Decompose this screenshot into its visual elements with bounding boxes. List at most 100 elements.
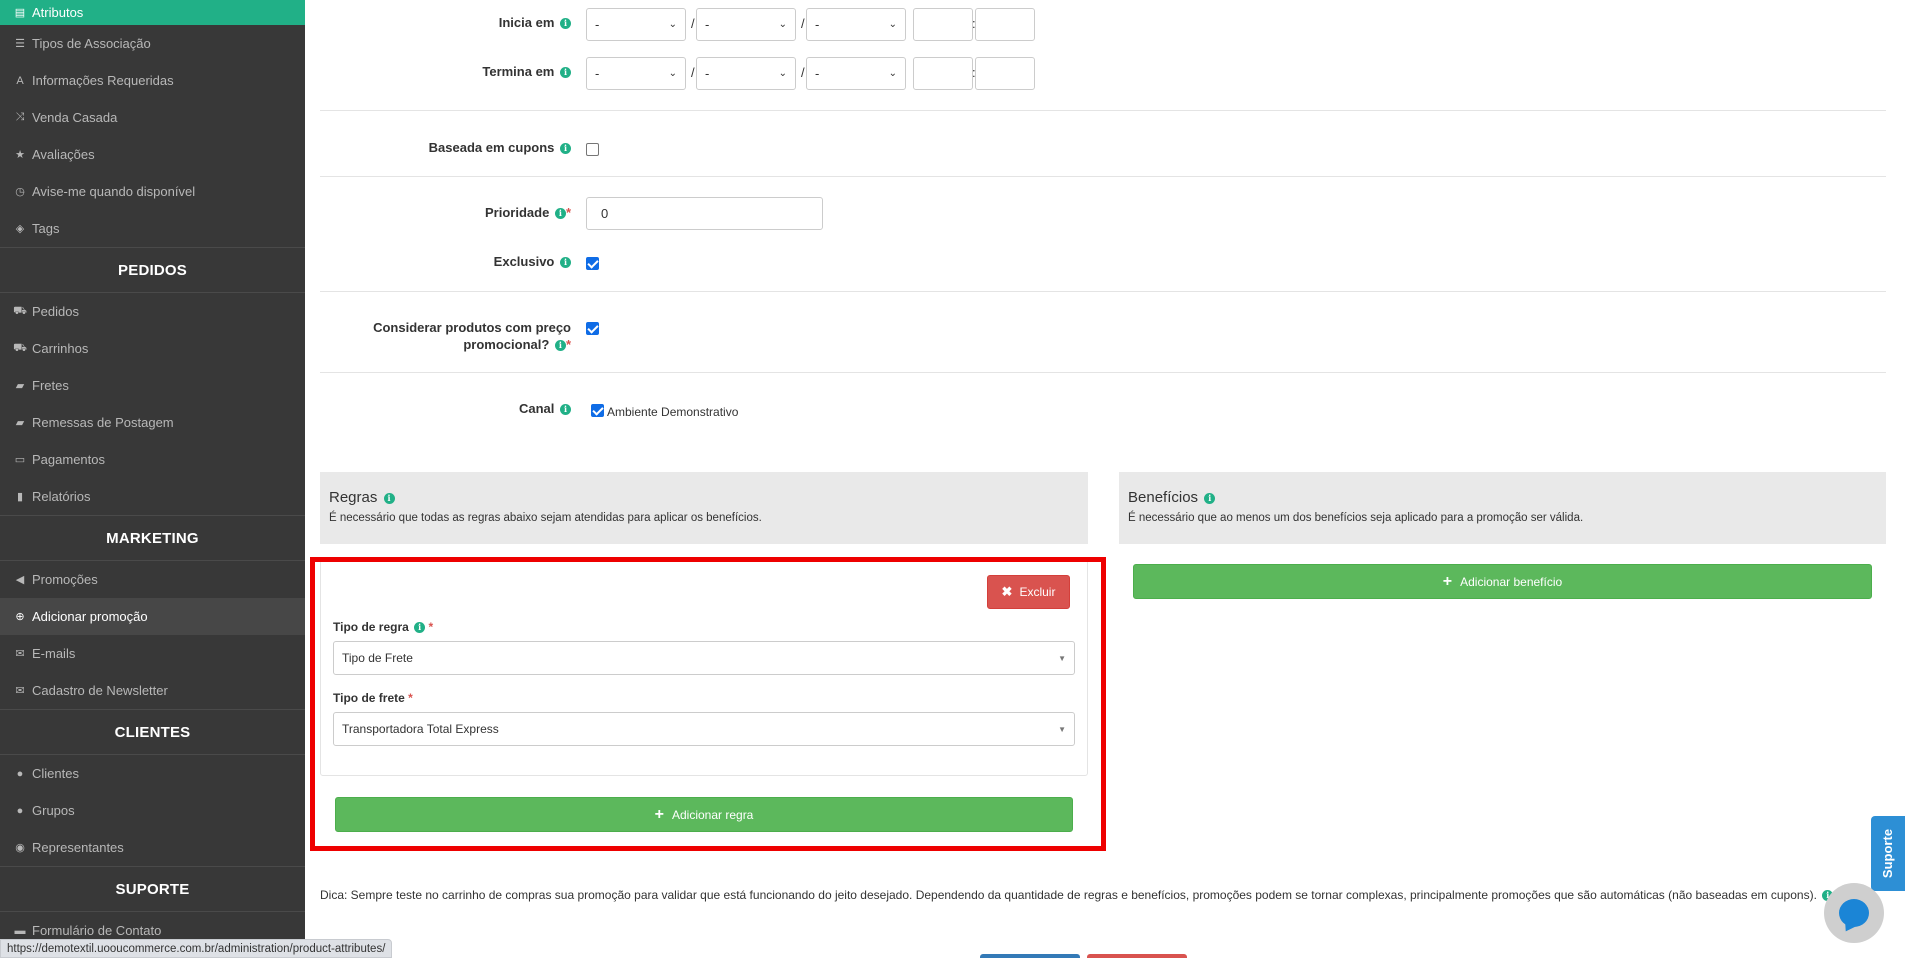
chevron-down-icon: ⌄ (778, 19, 787, 30)
inicia-month-select[interactable]: - ⌄ (696, 8, 796, 41)
sidebar-item-representantes[interactable]: ◉ Representantes (0, 829, 305, 866)
money-icon: ▭ (14, 454, 26, 466)
sidebar-item-grupos[interactable]: ● Grupos (0, 792, 305, 829)
termina-minute-input[interactable] (975, 57, 1035, 90)
termina-em-label: Termina em i (482, 64, 571, 79)
sidebar-item-clientes[interactable]: ● Clientes (0, 755, 305, 792)
save-button[interactable] (980, 954, 1080, 958)
suporte-tab[interactable]: Suporte (1871, 816, 1905, 891)
sidebar-item-informacoes-requeridas[interactable]: A Informações Requeridas (0, 62, 305, 99)
tag-icon: ◈ (15, 223, 25, 235)
tip-content: Dica: Sempre teste no carrinho de compra… (320, 888, 1817, 902)
info-icon[interactable]: i (560, 404, 571, 415)
sidebar-item-newsletter[interactable]: ✉ Cadastro de Newsletter (0, 672, 305, 709)
canal-label: Canal i (519, 401, 571, 416)
info-icon[interactable]: i (554, 340, 566, 351)
sidebar-item-label: Avaliações (32, 147, 95, 162)
bullhorn-icon: ◀ (15, 574, 25, 586)
adicionar-beneficio-button[interactable]: + Adicionar benefício (1133, 564, 1872, 599)
list-icon: ☰ (15, 38, 25, 50)
cupons-text: Baseada em cupons (428, 140, 555, 155)
sidebar-item-adicionar-promocao[interactable]: ⊕ Adicionar promoção (0, 598, 305, 635)
sidebar-item-label: Carrinhos (32, 341, 89, 356)
divider (320, 291, 1886, 292)
sidebar-item-pedidos[interactable]: ⛟ Pedidos (0, 293, 305, 330)
info-icon[interactable]: i (383, 493, 395, 504)
sidebar-item-promocoes[interactable]: ◀ Promoções (0, 561, 305, 598)
chevron-down-icon: ⌄ (778, 68, 787, 79)
sidebar-item-label: Grupos (32, 803, 75, 818)
exclusivo-checkbox[interactable] (586, 257, 599, 270)
sidebar: ▤ Atributos ☰ Tipos de Associação A Info… (0, 0, 305, 958)
cart-icon: ⛟ (13, 304, 27, 317)
sidebar-item-label: Informações Requeridas (32, 73, 174, 88)
sidebar-item-label: Atributos (32, 5, 84, 20)
sidebar-section-clientes: CLIENTES (0, 709, 305, 755)
info-icon[interactable]: i (560, 67, 571, 78)
info-icon[interactable]: i (554, 208, 566, 219)
sidebar-item-fretes[interactable]: ▰ Fretes (0, 367, 305, 404)
sidebar-item-avaliacoes[interactable]: ★ Avaliações (0, 136, 305, 173)
sidebar-section-suporte: SUPORTE (0, 866, 305, 912)
sidebar-item-avise-me[interactable]: ◷ Avise-me quando disponível (0, 173, 305, 210)
inicia-year-select[interactable]: - ⌄ (806, 8, 906, 41)
divider (320, 372, 1886, 373)
info-icon[interactable]: i (1204, 493, 1216, 504)
suporte-tab-label: Suporte (1880, 828, 1896, 879)
sidebar-item-label: Venda Casada (32, 110, 118, 125)
termina-day-select[interactable]: - ⌄ (586, 57, 686, 90)
inicia-day-select[interactable]: - ⌄ (586, 8, 686, 41)
sidebar-item-label: Adicionar promoção (32, 609, 148, 624)
info-icon[interactable]: i (560, 18, 571, 29)
beneficios-panel-header: Benefícios i É necessário que ao menos u… (1119, 472, 1886, 544)
sidebar-item-label: Avise-me quando disponível (32, 184, 196, 199)
info-icon[interactable]: i (560, 257, 571, 268)
sidebar-item-label: Formulário de Contato (32, 923, 162, 938)
canal-checkbox[interactable] (591, 404, 604, 417)
sidebar-item-remessas[interactable]: ▰ Remessas de Postagem (0, 404, 305, 441)
chat-button[interactable] (1824, 883, 1884, 943)
cupons-checkbox[interactable] (586, 143, 599, 156)
sidebar-item-emails[interactable]: ✉ E-mails (0, 635, 305, 672)
sidebar-item-relatorios[interactable]: ▮ Relatórios (0, 478, 305, 515)
canal-option-label: Ambiente Demonstrativo (607, 405, 739, 419)
chevron-down-icon: ⌄ (888, 19, 897, 30)
sidebar-item-tipos-associacao[interactable]: ☰ Tipos de Associação (0, 25, 305, 62)
sidebar-item-tags[interactable]: ◈ Tags (0, 210, 305, 247)
font-icon: A (16, 74, 24, 87)
sidebar-item-label: Pagamentos (32, 452, 105, 467)
regras-panel-header: Regras i É necessário que todas as regra… (320, 472, 1088, 544)
select-value: - (705, 17, 710, 32)
inicia-minute-input[interactable] (975, 8, 1035, 41)
considerar-checkbox[interactable] (586, 322, 599, 335)
sidebar-item-atributos[interactable]: ▤ Atributos (0, 0, 305, 25)
truck-icon: ▰ (15, 417, 25, 429)
chat-bubble-icon (1839, 899, 1869, 927)
beneficios-title-text: Benefícios (1128, 489, 1199, 506)
status-bar-url: https://demotextil.uooucommerce.com.br/a… (0, 939, 393, 958)
termina-hour-input[interactable] (913, 57, 973, 90)
sidebar-item-pagamentos[interactable]: ▭ Pagamentos (0, 441, 305, 478)
cancel-button[interactable] (1087, 954, 1187, 958)
select-value: - (815, 17, 820, 32)
plus-icon: + (1442, 572, 1453, 590)
sidebar-item-carrinhos[interactable]: ⛟ Carrinhos (0, 330, 305, 367)
info-icon[interactable]: i (560, 143, 571, 154)
termina-year-select[interactable]: - ⌄ (806, 57, 906, 90)
inicia-hour-input[interactable] (913, 8, 973, 41)
tip-text: Dica: Sempre teste no carrinho de compra… (320, 888, 1834, 902)
termina-month-select[interactable]: - ⌄ (696, 57, 796, 90)
date-separator: / (691, 65, 695, 80)
regras-description: É necessário que todas as regras abaixo … (329, 512, 762, 524)
required-mark: * (565, 205, 571, 220)
date-separator: / (801, 65, 805, 80)
sidebar-item-venda-casada[interactable]: ⤨ Venda Casada (0, 99, 305, 136)
sidebar-item-label: E-mails (32, 646, 76, 661)
highlight-frame (310, 557, 1106, 851)
select-value: - (815, 66, 820, 81)
prioridade-input[interactable]: 0 (586, 197, 823, 230)
sidebar-item-label: Relatórios (32, 489, 91, 504)
regras-title-text: Regras (329, 489, 378, 506)
considerar-label: Considerar produtos com preço promociona… (373, 319, 571, 353)
user-icon: ● (16, 767, 24, 780)
